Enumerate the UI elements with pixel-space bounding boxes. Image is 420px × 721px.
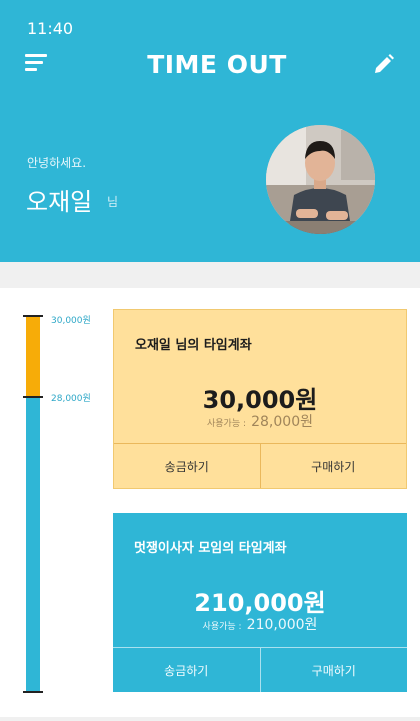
account-balance: 30,000원 — [202, 386, 318, 414]
app-title: TIME OUT — [147, 50, 287, 79]
avatar[interactable] — [266, 125, 375, 234]
account-title: 멋쟁이사자 모임의 타임계좌 — [134, 541, 287, 556]
gauge-available-segment — [26, 398, 40, 691]
section-separator — [0, 262, 420, 288]
user-name: 오재일 — [26, 188, 93, 216]
available-value: 210,000원 — [246, 617, 318, 633]
account-actions: 송금하기 구매하기 — [113, 647, 407, 692]
account-actions: 송금하기 구매하기 — [114, 443, 406, 488]
account-available: 사용가능 : 28,000원 — [114, 411, 406, 431]
greeting-text: 안녕하세요. — [27, 156, 87, 170]
gauge-label-available: 28,000원 — [51, 394, 91, 404]
balance-gauge — [23, 315, 43, 695]
gauge-label-total: 30,000원 — [51, 316, 91, 326]
purchase-button[interactable]: 구매하기 — [259, 648, 408, 692]
transfer-button[interactable]: 송금하기 — [113, 648, 260, 692]
gauge-tick-bottom — [23, 691, 43, 693]
account-card-personal[interactable]: 오재일 님의 타임계좌 30,000원 사용가능 : 28,000원 송금하기 … — [113, 309, 407, 489]
available-value: 28,000원 — [251, 414, 313, 430]
header: 11:40 TIME OUT 안녕하세요. 오재일 님 — [0, 0, 420, 262]
account-title: 오재일 님의 타임계좌 — [135, 338, 252, 353]
account-card-group[interactable]: 멋쟁이사자 모임의 타임계좌 210,000원 사용가능 : 210,000원 … — [113, 513, 407, 692]
user-name-suffix: 님 — [107, 195, 119, 209]
available-label: 사용가능 : — [207, 419, 247, 429]
purchase-button[interactable]: 구매하기 — [259, 444, 407, 488]
bottom-divider — [0, 717, 420, 721]
account-available: 사용가능 : 210,000원 — [113, 614, 407, 634]
transfer-button[interactable]: 송금하기 — [114, 444, 260, 488]
account-balance: 210,000원 — [194, 589, 326, 617]
pencil-icon[interactable] — [373, 53, 395, 75]
status-bar-time: 11:40 — [27, 19, 74, 38]
available-label: 사용가능 : — [202, 622, 242, 632]
gauge-used-segment — [26, 317, 40, 396]
